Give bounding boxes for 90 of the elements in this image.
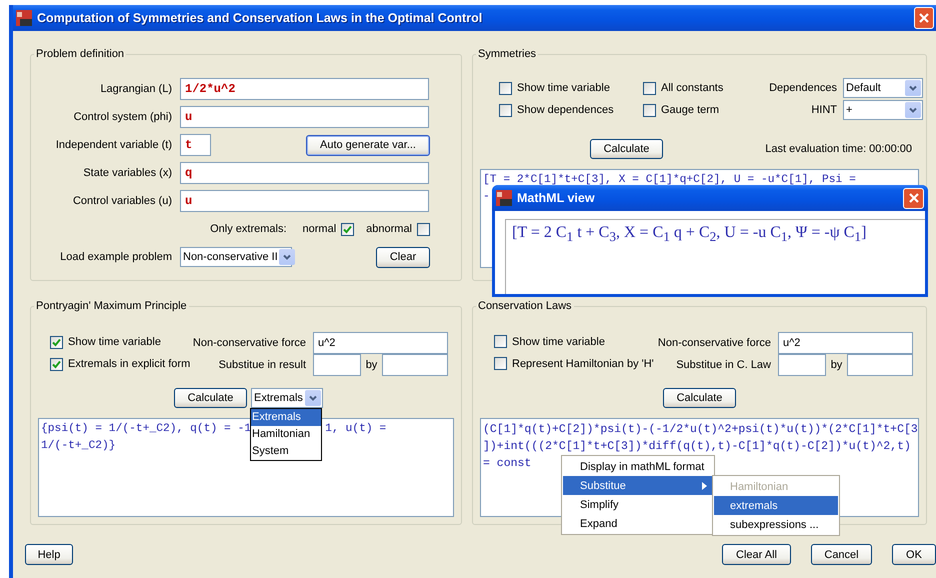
checkbox[interactable] bbox=[341, 222, 354, 236]
dropdown[interactable]: Extremals bbox=[251, 388, 323, 408]
checkbox[interactable] bbox=[499, 82, 512, 94]
field-label: Control system (phi) bbox=[72, 111, 173, 123]
app-icon bbox=[496, 190, 512, 206]
window-title: Computation of Symmetries and Conservation Laws in the Optimal Control bbox=[37, 11, 482, 25]
field-label: Independent variable (t) bbox=[54, 139, 173, 151]
field-label: Substitue in result bbox=[218, 359, 307, 371]
dialog-button[interactable]: Help bbox=[25, 544, 73, 565]
calculate-button[interactable]: Calculate bbox=[663, 388, 736, 408]
text-field[interactable]: q bbox=[180, 162, 429, 184]
menu-item[interactable]: Expand bbox=[563, 514, 713, 533]
text-field[interactable]: u bbox=[180, 106, 429, 128]
text-field[interactable]: t bbox=[180, 134, 211, 156]
checkbox[interactable] bbox=[499, 104, 512, 116]
field-label: Lagrangian (L) bbox=[99, 83, 173, 95]
output-text: 1, u(t) = bbox=[325, 422, 386, 437]
checkbox[interactable] bbox=[494, 357, 507, 370]
checkbox-label: Represent Hamiltonian by 'H' bbox=[512, 358, 654, 370]
field-label: Dependences bbox=[769, 82, 837, 94]
output-text: ])+int(((2*C[1]*t+C[3])*diff(q(t),t)-C[1]*q(t)-C[2])*u(t)^2,t) bbox=[483, 439, 911, 455]
window-title: MathML view bbox=[517, 191, 595, 205]
auto-generate-button[interactable]: Auto generate var... bbox=[306, 134, 430, 156]
checkbox-label: Show time variable bbox=[68, 336, 161, 348]
section-title: Conservation Laws bbox=[477, 300, 573, 312]
close-button[interactable] bbox=[914, 7, 934, 29]
output-text: 1/(-t+_C2)} bbox=[41, 438, 116, 454]
calculate-button[interactable]: Calculate bbox=[174, 388, 247, 408]
checkbox-label: Show time variable bbox=[517, 82, 610, 94]
output-text: = const bbox=[483, 456, 532, 472]
dropdown-option[interactable]: System bbox=[251, 443, 321, 460]
checkbox-label: Gauge term bbox=[661, 104, 720, 116]
checkbox[interactable] bbox=[643, 104, 656, 116]
field-label: by bbox=[364, 359, 378, 371]
output-text: (C[1]*q(t)+C[2])*psi(t)-(-1/2*u(t)^2+psi(t)*u(t))*(2*C[1]*t+C[3 bbox=[483, 422, 918, 438]
checkbox-label: Show time variable bbox=[512, 336, 605, 348]
dropdown-option[interactable]: Hamiltonian bbox=[251, 426, 321, 443]
checkbox-label: Extremals in explicit form bbox=[68, 358, 190, 370]
menu-item[interactable]: extremals bbox=[714, 496, 838, 515]
field-label: HINT bbox=[811, 104, 837, 116]
checkbox[interactable] bbox=[417, 222, 430, 236]
field-label: by bbox=[830, 359, 844, 371]
output-text: [T = 2*C[1]*t+C[3], X = C[1]*q+C[2], U = -u*C[1], Psi = bbox=[483, 172, 856, 188]
field-label: Control variables (u) bbox=[72, 195, 173, 207]
calculate-button[interactable]: Calculate bbox=[590, 139, 663, 159]
dropdown[interactable]: + bbox=[843, 100, 923, 120]
text-field[interactable]: 1/2*u^2 bbox=[180, 78, 429, 100]
checkbox[interactable] bbox=[50, 358, 63, 370]
math-expression: [T = 2 C$_{1}$ t + C$_{3}$, X = C$_{1}$ q + C$_{2}$, U = -u C$_{1}$, Ψ = -ψ C$_{1}$] bbox=[512, 224, 866, 241]
text-field[interactable] bbox=[313, 354, 361, 376]
checkbox[interactable] bbox=[50, 336, 63, 348]
checkbox-label: Show dependences bbox=[517, 104, 614, 116]
output-text: - bbox=[483, 190, 490, 205]
menu-item[interactable]: Display in mathML format bbox=[563, 457, 713, 476]
dialog-button[interactable]: Clear All bbox=[722, 544, 791, 565]
close-icon bbox=[918, 12, 930, 24]
field-label: State variables (x) bbox=[82, 167, 173, 179]
dropdown[interactable]: Default bbox=[843, 78, 923, 98]
text-field[interactable]: u^2 bbox=[313, 332, 448, 354]
checkbox-label: All constants bbox=[661, 82, 724, 94]
menu-item[interactable]: subexpressions ... bbox=[714, 515, 838, 534]
checkbox-label: normal bbox=[302, 223, 336, 235]
section-title: Problem definition bbox=[35, 48, 126, 60]
field-label: Non-conservative force bbox=[192, 337, 307, 349]
field-label: Only extremals: bbox=[210, 223, 287, 235]
text-field[interactable]: u^2 bbox=[778, 332, 913, 354]
checkbox[interactable] bbox=[494, 335, 507, 348]
text-field[interactable] bbox=[778, 354, 826, 376]
text-field[interactable]: u bbox=[180, 190, 429, 212]
app-icon bbox=[16, 10, 32, 26]
text-field[interactable] bbox=[847, 354, 913, 376]
field-label: Non-conservative force bbox=[656, 337, 772, 349]
section-title: Symmetries bbox=[477, 48, 538, 60]
dialog-button[interactable]: Cancel bbox=[811, 544, 872, 565]
close-button[interactable] bbox=[903, 188, 924, 208]
output-text: {psi(t) = 1/(-t+_C2), q(t) = -1 bbox=[41, 422, 252, 437]
dialog-button[interactable]: OK bbox=[892, 544, 936, 565]
field-label: Load example problem bbox=[59, 251, 173, 263]
checkbox-label: abnormal bbox=[366, 223, 412, 235]
section-title: Pontryagin' Maximum Principle bbox=[35, 300, 188, 312]
checkbox[interactable] bbox=[643, 82, 656, 94]
close-icon bbox=[908, 192, 920, 204]
menu-item[interactable]: Simplify bbox=[563, 495, 713, 514]
dropdown-option[interactable]: Extremals bbox=[251, 409, 321, 426]
field-label: Substitue in C. Law bbox=[675, 359, 772, 371]
menu-item[interactable]: Substitue bbox=[563, 476, 713, 495]
evaluation-time-text: Last evaluation time: 00:00:00 bbox=[765, 143, 912, 155]
dropdown[interactable]: Non-conservative II bbox=[180, 247, 292, 267]
text-field[interactable] bbox=[382, 354, 448, 376]
clear-button[interactable]: Clear bbox=[376, 246, 430, 268]
